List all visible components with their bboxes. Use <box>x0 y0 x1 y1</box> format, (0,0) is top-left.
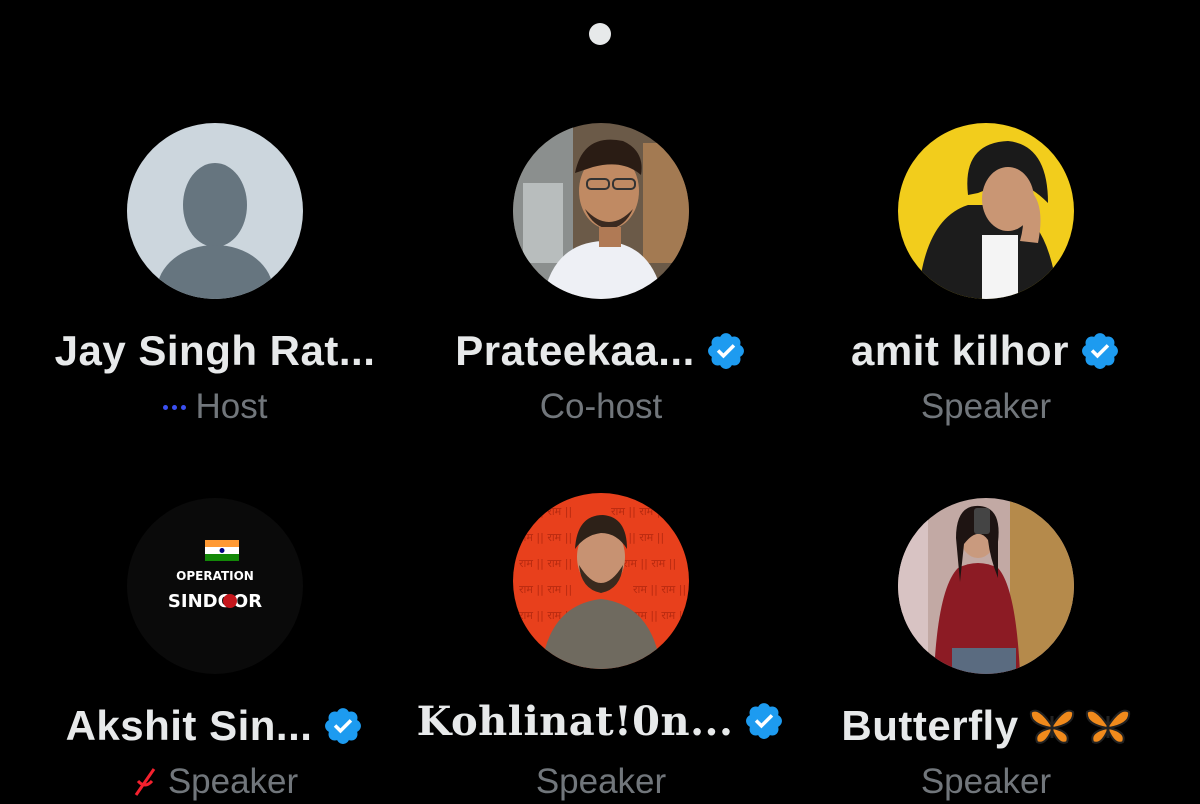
speaker-name: Kohlinat!0n... <box>416 697 734 745</box>
verified-badge-icon <box>746 703 783 739</box>
profile-photo[interactable] <box>513 123 689 299</box>
avatar-pattern-text: राम || राम || <box>519 583 572 596</box>
avatar-pattern-text: राम || राम || <box>519 531 572 544</box>
speaker-role: Speaker <box>535 762 667 801</box>
profile-photo[interactable]: राम || राम || राम || राम || राम || राम |… <box>513 493 689 669</box>
speaker-name: Akshit Sin... <box>65 702 313 749</box>
avatar-pattern-text: राम || राम || <box>623 557 676 570</box>
talking-indicator-icon <box>162 404 186 410</box>
default-avatar-icon[interactable] <box>127 123 303 299</box>
speaker-role: Speaker <box>920 762 1052 801</box>
speaker-name: amit kilhor <box>851 327 1069 374</box>
profile-photo[interactable] <box>898 498 1074 674</box>
verified-badge-icon <box>325 708 362 744</box>
muted-mic-icon <box>134 768 156 796</box>
verified-badge-icon <box>707 333 744 369</box>
speaker-name: Butterfly <box>841 702 1019 749</box>
butterfly-emoji-icon <box>1085 709 1130 744</box>
speakers-grid: Jay Singh Rat... Host Prateekaa... Co-ho… <box>0 0 1200 801</box>
speaker-name: Jay Singh Rat... <box>54 327 376 374</box>
avatar-pattern-text: राम || राम || <box>519 557 572 570</box>
speaker-role: Co-host <box>539 387 663 426</box>
avatar-pattern-text: राम || राम || <box>611 505 664 518</box>
speaker-role: Speaker <box>167 762 299 801</box>
avatar-pattern-text: राम || राम || <box>519 505 572 518</box>
speaker-name: Prateekaa... <box>455 327 695 374</box>
profile-photo[interactable] <box>898 123 1074 299</box>
avatar-text-line2: SINDOOR <box>168 591 262 612</box>
speaker-role: Speaker <box>920 387 1052 426</box>
verified-badge-icon <box>1082 333 1118 369</box>
speaker-role: Host <box>195 387 268 426</box>
avatar-text-line1: OPERATION <box>176 569 254 583</box>
avatar-pattern-text: राम || राम || <box>633 583 686 596</box>
butterfly-emoji-icon <box>1029 709 1074 744</box>
operation-sindoor-logo[interactable]: OPERATION SINDOOR <box>127 498 303 674</box>
